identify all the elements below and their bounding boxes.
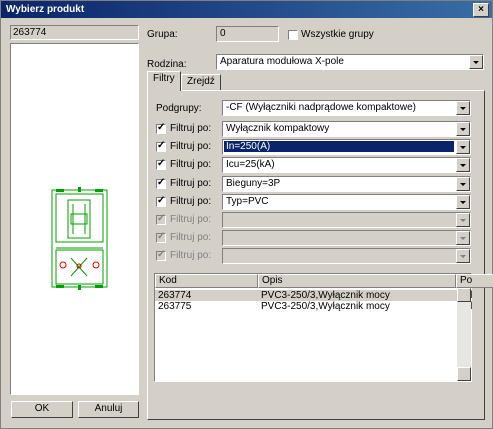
cancel-button[interactable]: Anuluj bbox=[78, 401, 139, 418]
filter-value: Icu=25(kA) bbox=[226, 159, 275, 170]
filter-dropdown-arrow-icon[interactable] bbox=[456, 177, 470, 191]
filter-select[interactable]: In=250(A) bbox=[222, 139, 471, 155]
tab-zrejdz-label: Zrejdź bbox=[187, 76, 215, 87]
cell-desc: PVC3-250/3,Wyłącznik mocy bbox=[261, 301, 390, 312]
filter-checkbox[interactable] bbox=[156, 195, 166, 207]
cell-code: 263775 bbox=[158, 301, 192, 312]
filter-label: Filtruj po: bbox=[170, 250, 212, 261]
subgroup-dropdown-arrow-icon[interactable] bbox=[456, 101, 470, 115]
tab-filtry-label: Filtry bbox=[153, 73, 175, 84]
column-header-desc[interactable]: Opis bbox=[258, 274, 456, 288]
ok-button[interactable]: OK bbox=[11, 401, 73, 418]
filter-checkbox bbox=[156, 213, 166, 225]
product-preview bbox=[10, 43, 139, 395]
column-header-code-label: Kod bbox=[159, 275, 177, 286]
selected-code: 263774 bbox=[13, 27, 47, 38]
tab-zrejdz[interactable]: Zrejdź bbox=[181, 74, 221, 91]
filter-value: In=250(A) bbox=[224, 141, 454, 152]
filter-checkbox[interactable] bbox=[156, 158, 166, 170]
filter-label: Filtruj po: bbox=[170, 232, 212, 243]
family-value: Aparatura modułowa X-pole bbox=[220, 56, 344, 67]
filter-label: Filtruj po: bbox=[170, 196, 212, 207]
breaker-drawing-icon bbox=[51, 187, 108, 290]
column-header-desc-label: Opis bbox=[262, 275, 283, 286]
family-select[interactable]: Aparatura modułowa X-pole bbox=[216, 54, 484, 70]
cell-code: 263774 bbox=[158, 290, 192, 301]
filter-value: Typ=PVC bbox=[226, 196, 269, 207]
filter-dropdown-arrow-icon[interactable] bbox=[456, 158, 470, 172]
filter-label: Filtruj po: bbox=[170, 214, 212, 225]
filter-value: Wyłącznik kompaktowy bbox=[226, 123, 330, 134]
filter-checkbox bbox=[156, 231, 166, 243]
table-row[interactable]: 263775PVC3-250/3,Wyłącznik mocy-Ql bbox=[155, 301, 472, 312]
close-button[interactable]: × bbox=[473, 3, 489, 17]
filter-select[interactable]: Typ=PVC bbox=[222, 194, 471, 210]
column-header-extra-label: Po bbox=[460, 275, 473, 286]
filter-dropdown-arrow-icon[interactable] bbox=[456, 140, 470, 154]
title-bar[interactable]: Wybierz produkt × bbox=[1, 1, 492, 18]
subgroup-value: -CF (Wyłączniki nadprądowe kompaktowe) bbox=[226, 102, 416, 113]
filter-select[interactable]: Bieguny=3P bbox=[222, 176, 471, 192]
subgroup-select[interactable]: -CF (Wyłączniki nadprądowe kompaktowe) bbox=[222, 100, 471, 116]
product-picker-window: Wybierz produkt × 263774 OK Anuluj Grupa… bbox=[0, 0, 493, 429]
filter-dropdown-arrow-icon[interactable] bbox=[456, 122, 470, 136]
filter-checkbox[interactable] bbox=[156, 122, 166, 134]
column-header-extra[interactable]: Po bbox=[456, 274, 493, 288]
group-field[interactable]: 0 bbox=[216, 26, 279, 42]
group-label: Grupa: bbox=[147, 29, 178, 40]
scroll-down-icon[interactable] bbox=[457, 367, 471, 381]
filter-label: Filtruj po: bbox=[170, 141, 212, 152]
filter-select bbox=[222, 212, 471, 228]
column-header-code[interactable]: Kod bbox=[155, 274, 258, 288]
filter-value: Bieguny=3P bbox=[226, 178, 281, 189]
filter-label: Filtruj po: bbox=[170, 123, 212, 134]
results-grid[interactable]: Kod Opis Po 263774 PVC3-250/3,Wyłącznik m… bbox=[154, 273, 493, 382]
results-scrollbar[interactable] bbox=[457, 288, 471, 381]
filter-select[interactable]: Icu=25(kA) bbox=[222, 157, 471, 173]
cell-desc: PVC3-250/3,Wyłącznik mocy bbox=[261, 290, 390, 301]
filter-select bbox=[222, 248, 471, 264]
filter-checkbox[interactable] bbox=[156, 177, 166, 189]
tab-filtry[interactable]: Filtry bbox=[147, 71, 181, 91]
family-label: Rodzina: bbox=[147, 59, 187, 70]
filter-select[interactable]: Wyłącznik kompaktowy bbox=[222, 121, 471, 137]
filter-dropdown-arrow-icon bbox=[456, 213, 470, 227]
family-dropdown-arrow-icon[interactable] bbox=[469, 55, 483, 69]
window-title: Wybierz produkt bbox=[6, 4, 85, 15]
subgroup-label: Podgrupy: bbox=[156, 103, 202, 114]
scroll-up-icon[interactable] bbox=[457, 288, 471, 302]
filter-checkbox bbox=[156, 249, 166, 261]
filter-dropdown-arrow-icon bbox=[456, 249, 470, 263]
filter-label: Filtruj po: bbox=[170, 178, 212, 189]
selected-code-field: 263774 bbox=[10, 25, 139, 40]
filter-checkbox[interactable] bbox=[156, 140, 166, 152]
table-row[interactable]: 263774PVC3-250/3,Wyłącznik mocy-Ql bbox=[155, 290, 472, 301]
filter-dropdown-arrow-icon[interactable] bbox=[456, 195, 470, 209]
all-groups-label: Wszystkie grupy bbox=[301, 29, 374, 40]
group-value: 0 bbox=[220, 28, 226, 39]
filter-dropdown-arrow-icon bbox=[456, 231, 470, 245]
filter-label: Filtruj po: bbox=[170, 159, 212, 170]
all-groups-checkbox[interactable] bbox=[288, 30, 298, 40]
filter-select bbox=[222, 230, 471, 246]
